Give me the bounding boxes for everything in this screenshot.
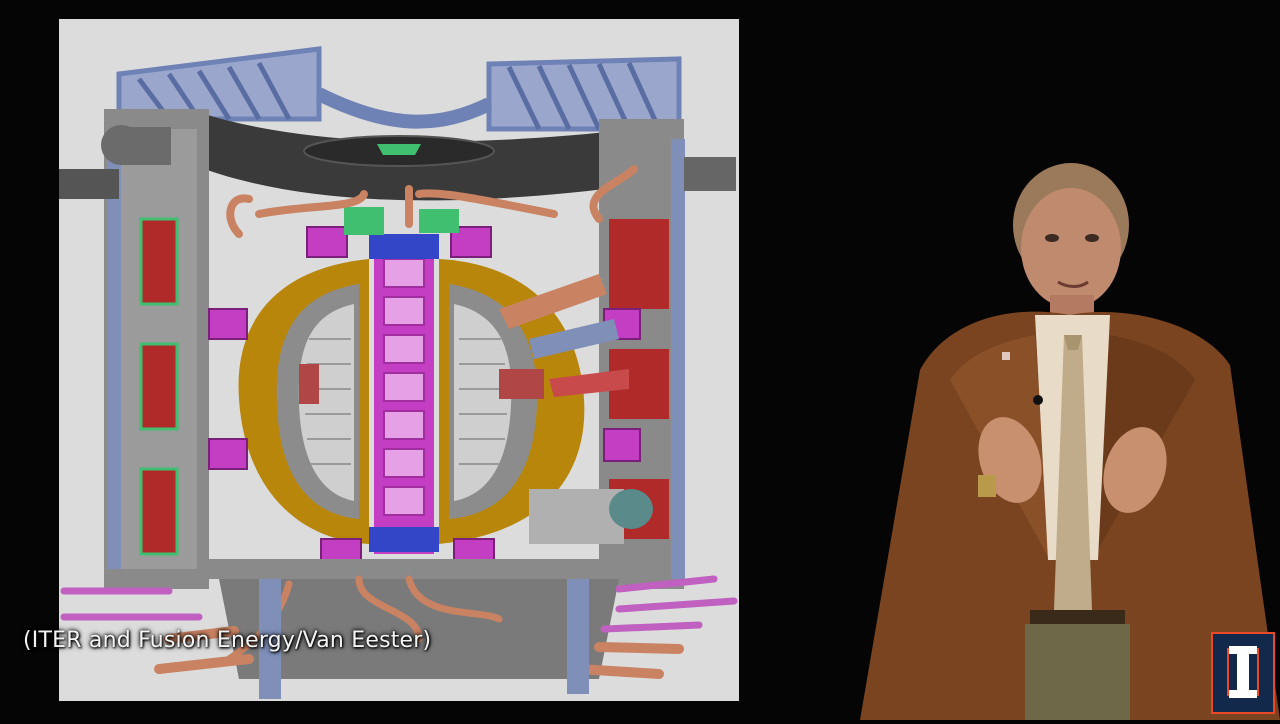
tokamak-diagram [59, 19, 739, 701]
video-frame: (ITER and Fusion Energy/Van Eester) [0, 0, 1280, 720]
illinois-block-i-icon [1217, 638, 1269, 708]
university-logo [1211, 632, 1275, 714]
tokamak-cutaway-illustration [59, 46, 738, 699]
image-credit-caption: (ITER and Fusion Energy/Van Eester) [23, 628, 432, 653]
